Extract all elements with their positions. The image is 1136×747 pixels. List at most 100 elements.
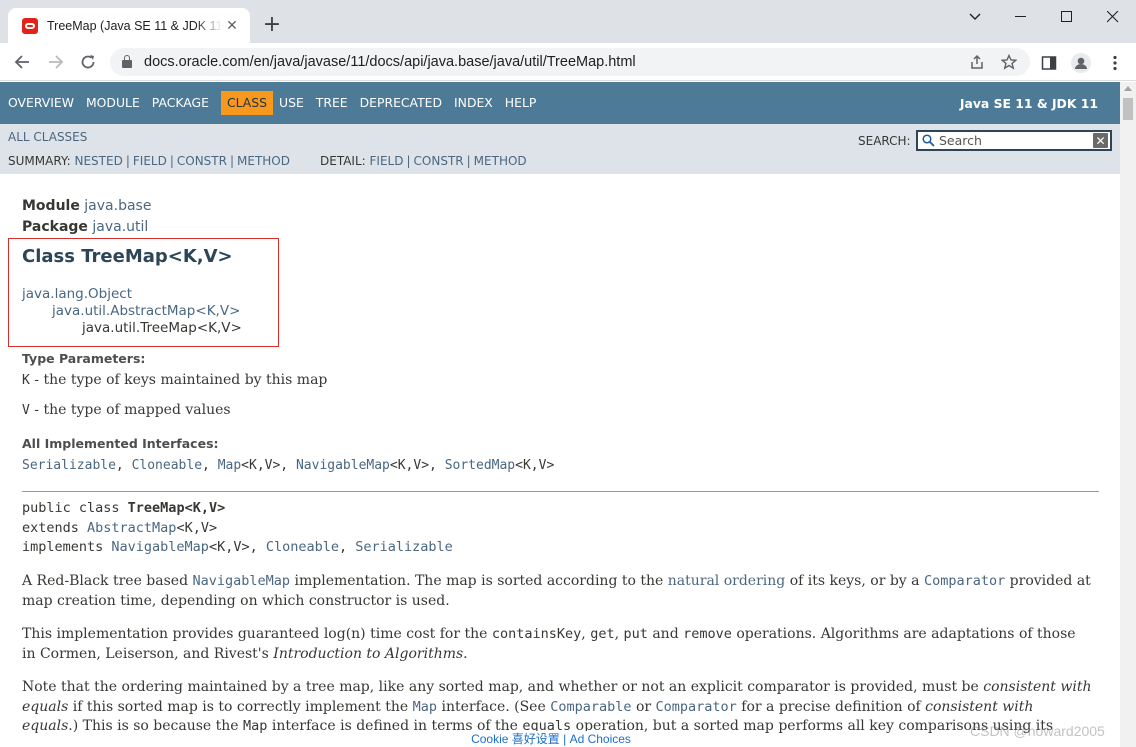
natural-ordering-link[interactable]: natural ordering <box>668 573 786 589</box>
summary-constr-link[interactable]: CONSTR <box>177 154 227 168</box>
comparator-link[interactable]: Comparator <box>924 573 1005 589</box>
nav-help[interactable]: HELP <box>505 91 543 115</box>
detail-links: DETAIL: FIELD | CONSTR | METHOD <box>320 154 527 168</box>
nav-module[interactable]: MODULE <box>86 91 146 115</box>
sortedmap-link[interactable]: SortedMap <box>445 458 515 473</box>
bookmark-star-icon[interactable] <box>1000 53 1018 71</box>
tab-title: TreeMap (Java SE 11 & JDK 11 ) <box>47 18 222 33</box>
module-line: Module java.base <box>22 198 151 214</box>
search-label: SEARCH: <box>858 134 911 148</box>
side-panel-icon[interactable] <box>1038 52 1060 74</box>
close-window-icon[interactable] <box>1090 6 1136 28</box>
navigablemap-doc-link[interactable]: NavigableMap <box>193 573 291 589</box>
browser-tab[interactable]: TreeMap (Java SE 11 & JDK 11 ) ✕ <box>8 8 250 43</box>
search-box[interactable]: ✕ <box>916 130 1112 151</box>
cookie-preferences-link[interactable]: Cookie 喜好设置 <box>471 732 560 746</box>
nav-use[interactable]: USE <box>279 91 310 115</box>
type-param-desc: - the type of mapped values <box>29 402 231 418</box>
description-paragraph-3: Note that the ordering maintained by a t… <box>22 679 1092 734</box>
sig-generics: <K,V> <box>176 520 218 536</box>
detail-constr-link[interactable]: CONSTR <box>414 154 464 168</box>
map-link[interactable]: Map <box>218 458 241 473</box>
type-params-label: Type Parameters: <box>22 351 146 366</box>
sig-prefix: public class <box>22 500 128 516</box>
package-link[interactable]: java.util <box>92 219 148 235</box>
sig-abstractmap-link[interactable]: AbstractMap <box>87 520 176 536</box>
detail-label: DETAIL: <box>320 154 366 168</box>
kebab-menu-icon[interactable] <box>1104 52 1126 74</box>
tab-strip: TreeMap (Java SE 11 & JDK 11 ) ✕ + <box>0 0 1136 43</box>
navigablemap-link[interactable]: NavigableMap <box>296 458 390 473</box>
scroll-thumb[interactable] <box>1123 98 1133 120</box>
separator: | <box>559 732 570 746</box>
nav-package[interactable]: PACKAGE <box>152 91 215 115</box>
detail-field-link[interactable]: FIELD <box>370 154 404 168</box>
reload-icon[interactable] <box>76 50 100 74</box>
serializable-link[interactable]: Serializable <box>22 458 116 473</box>
cloneable-link[interactable]: Cloneable <box>132 458 202 473</box>
tab-search-chevron-icon[interactable] <box>952 6 998 28</box>
javadoc-sub-nav: ALL CLASSES SUMMARY: NESTED | FIELD | CONSTR… <box>0 124 1120 174</box>
separator: | <box>406 154 411 168</box>
interfaces-label: All Implemented Interfaces: <box>22 436 219 451</box>
signature-line-2: extends AbstractMap<K,V> <box>22 520 217 536</box>
all-classes-link[interactable]: ALL CLASSES <box>8 130 87 144</box>
maximize-icon[interactable] <box>1044 6 1090 28</box>
sig-class-name: TreeMap<K,V> <box>127 500 226 516</box>
sig-navigablemap-link[interactable]: NavigableMap <box>111 539 209 555</box>
separator: | <box>229 154 235 168</box>
detail-method-link[interactable]: METHOD <box>474 154 527 168</box>
description-paragraph-1: A Red-Black tree based NavigableMap impl… <box>22 573 1091 609</box>
cookie-bar: Cookie 喜好设置 | Ad Choices <box>460 731 642 747</box>
address-toolbar: docs.oracle.com/en/java/javase/11/docs/a… <box>0 43 1136 81</box>
nav-tree[interactable]: TREE <box>316 91 354 115</box>
signature-line-1: public class TreeMap<K,V> <box>22 500 225 516</box>
new-tab-icon[interactable]: + <box>261 14 283 36</box>
sig-serializable-link[interactable]: Serializable <box>355 539 453 555</box>
summary-nested-link[interactable]: NESTED <box>75 154 123 168</box>
interfaces-list: Serializable, Cloneable, Map<K,V>, Navig… <box>22 458 555 473</box>
scroll-up-arrow-icon[interactable] <box>1124 86 1132 91</box>
back-arrow-icon[interactable] <box>10 50 34 74</box>
share-icon[interactable] <box>968 53 986 71</box>
tab-close-icon[interactable]: ✕ <box>224 18 240 34</box>
module-link[interactable]: java.base <box>84 198 151 214</box>
class-content: Module java.base Package java.util Class… <box>0 174 1120 747</box>
comparable-link[interactable]: Comparable <box>550 699 631 715</box>
type-param-desc: - the type of keys maintained by this ma… <box>29 372 328 388</box>
sig-generics: <K,V>, <box>208 539 266 555</box>
url-text[interactable]: docs.oracle.com/en/java/javase/11/docs/a… <box>144 54 636 70</box>
object-link[interactable]: java.lang.Object <box>22 286 132 302</box>
comparator-doc-link[interactable]: Comparator <box>656 699 737 715</box>
divider <box>22 491 1099 492</box>
type-param-v: V - the type of mapped values <box>22 402 231 418</box>
forward-arrow-icon[interactable] <box>44 50 68 74</box>
nav-class-active[interactable]: CLASS <box>220 91 274 115</box>
omnibox[interactable]: docs.oracle.com/en/java/javase/11/docs/a… <box>110 48 1030 76</box>
profile-avatar-icon[interactable] <box>1070 52 1092 74</box>
ad-choices-link[interactable]: Ad Choices <box>570 732 631 746</box>
lock-icon[interactable] <box>122 55 132 68</box>
abstractmap-link[interactable]: java.util.AbstractMap<K,V> <box>52 303 240 319</box>
sig-cloneable-link[interactable]: Cloneable <box>266 539 339 555</box>
summary-field-link[interactable]: FIELD <box>133 154 167 168</box>
inheritance-object: java.lang.Object <box>22 286 132 302</box>
minimize-icon[interactable] <box>998 6 1044 28</box>
separator: | <box>125 154 130 168</box>
separator: | <box>466 154 471 168</box>
nav-index[interactable]: INDEX <box>454 91 499 115</box>
search-reset-icon[interactable]: ✕ <box>1093 133 1108 148</box>
nav-deprecated[interactable]: DEPRECATED <box>360 91 448 115</box>
page-scrollbar[interactable] <box>1120 82 1136 747</box>
nav-overview[interactable]: OVERVIEW <box>8 91 80 115</box>
summary-method-link[interactable]: METHOD <box>237 154 290 168</box>
signature-line-3: implements NavigableMap<K,V>, Cloneable,… <box>22 539 453 555</box>
inheritance-treemap: java.util.TreeMap<K,V> <box>82 320 242 336</box>
java-version-label: Java SE 11 & JDK 11 <box>959 95 1098 111</box>
javadoc-top-nav: OVERVIEW MODULE PACKAGE CLASS USE TREE D… <box>0 82 1120 124</box>
map-doc-link[interactable]: Map <box>413 699 437 715</box>
inheritance-abstractmap: java.util.AbstractMap<K,V> <box>52 303 240 319</box>
class-title: Class TreeMap<K,V> <box>22 246 233 267</box>
summary-links: SUMMARY: NESTED | FIELD | CONSTR | METHOD <box>8 154 290 168</box>
search-input[interactable] <box>939 133 1089 148</box>
